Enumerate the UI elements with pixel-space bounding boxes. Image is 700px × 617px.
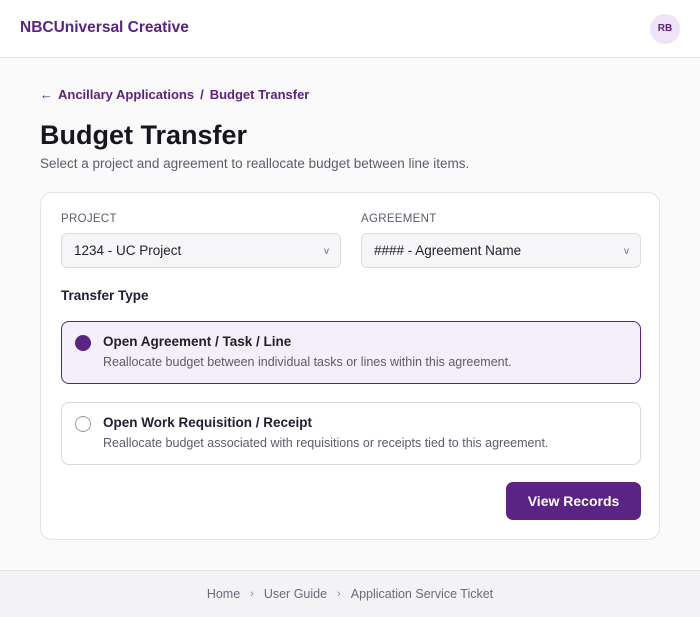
option-description: Reallocate budget between individual tas…	[103, 355, 512, 369]
footer-separator: ›	[250, 588, 254, 600]
option-description: Reallocate budget associated with requis…	[103, 436, 549, 450]
breadcrumb-current: Budget Transfer	[209, 86, 310, 102]
project-select[interactable]: 1234 - UC Project v	[61, 233, 341, 268]
breadcrumb-separator: /	[200, 86, 204, 102]
agreement-label: AGREEMENT	[361, 213, 437, 225]
transfer-option-agreement-task-line[interactable]: Open Agreement / Task / Line Reallocate …	[61, 321, 641, 384]
option-title: Open Work Requisition / Receipt	[103, 415, 313, 430]
page-subtitle: Select a project and agreement to reallo…	[40, 156, 470, 171]
breadcrumb-parent-link[interactable]: Ancillary Applications	[58, 87, 194, 102]
footer-link-service-ticket[interactable]: Application Service Ticket	[351, 587, 493, 601]
user-avatar[interactable]: RB	[650, 14, 680, 44]
page-title: Budget Transfer	[40, 120, 248, 150]
breadcrumb: ← Ancillary Applications / Budget Transf…	[40, 86, 309, 102]
brand-logo[interactable]: NBCUniversal Creative	[20, 19, 189, 37]
project-label: PROJECT	[61, 213, 117, 225]
view-records-button[interactable]: View Records	[506, 482, 641, 520]
transfer-type-label: Transfer Type	[61, 288, 149, 303]
chevron-down-icon: v	[324, 246, 329, 257]
transfer-form-card: PROJECT 1234 - UC Project v AGREEMENT ##…	[40, 192, 660, 540]
top-bar: NBCUniversal Creative RB	[0, 0, 700, 58]
option-title: Open Agreement / Task / Line	[103, 334, 292, 349]
footer: Home › User Guide › Application Service …	[0, 570, 700, 617]
transfer-option-work-requisition-receipt[interactable]: Open Work Requisition / Receipt Realloca…	[61, 402, 641, 465]
footer-separator: ›	[337, 588, 341, 600]
project-select-value: 1234 - UC Project	[74, 243, 182, 258]
chevron-down-icon: v	[624, 246, 629, 257]
radio-unselected[interactable]	[75, 416, 91, 432]
arrow-left-icon[interactable]: ←	[40, 87, 53, 102]
footer-link-user-guide[interactable]: User Guide	[264, 587, 327, 601]
radio-selected[interactable]	[75, 335, 91, 351]
agreement-select-value: #### - Agreement Name	[374, 243, 522, 258]
footer-link-home[interactable]: Home	[207, 587, 240, 601]
agreement-select[interactable]: #### - Agreement Name v	[361, 233, 641, 268]
